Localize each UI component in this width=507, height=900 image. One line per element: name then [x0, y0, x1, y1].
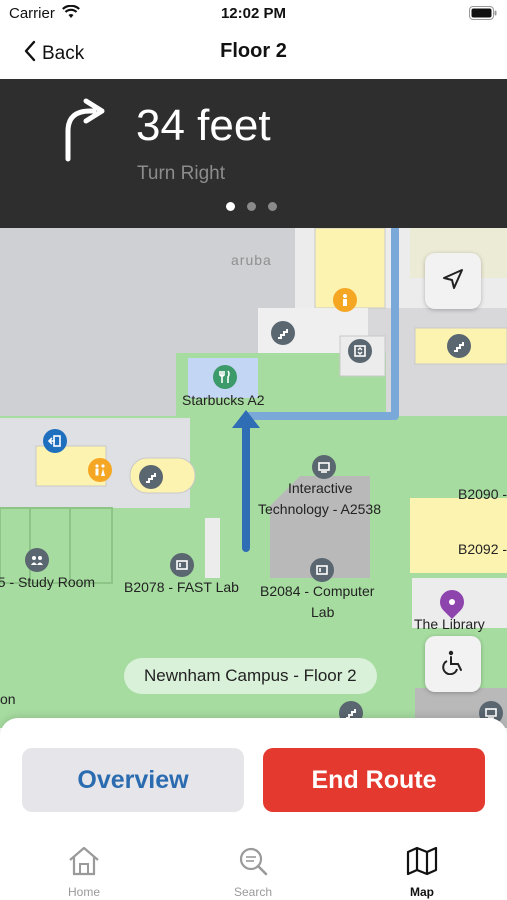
map-label-computer-lab: Lab: [311, 604, 335, 620]
map-label-b2090: B2090 -: [458, 486, 507, 502]
elevator-icon[interactable]: [348, 339, 372, 363]
direction-banner[interactable]: 34 feet Turn Right: [0, 79, 507, 228]
status-bar: Carrier 12:02 PM: [0, 0, 507, 28]
computer-lab-icon[interactable]: [310, 558, 334, 582]
study-room-icon[interactable]: [25, 548, 49, 572]
map-label-interactive-tech: Technology - A2538: [258, 501, 381, 517]
tab-map[interactable]: Map: [372, 846, 472, 899]
page-dot[interactable]: [226, 202, 235, 211]
home-icon: [67, 846, 101, 881]
campus-floor-label: Newnham Campus - Floor 2: [124, 658, 377, 694]
navigation-bar: Back Floor 2: [0, 28, 507, 78]
overview-button[interactable]: Overview: [22, 748, 244, 812]
page-dot[interactable]: [268, 202, 277, 211]
map-label-library: The Library: [414, 616, 485, 632]
search-icon: [238, 846, 268, 881]
end-route-button[interactable]: End Route: [263, 748, 485, 812]
stairs-icon[interactable]: [447, 334, 471, 358]
route-actions-sheet: Overview End Route: [0, 718, 507, 828]
accessibility-button[interactable]: [425, 636, 481, 692]
tab-bar: Home Search Map: [0, 828, 507, 900]
turn-right-arrow-icon: [56, 97, 108, 168]
restaurant-icon[interactable]: [213, 365, 237, 389]
location-arrow-icon: [442, 268, 464, 295]
map-label-computer-lab: B2084 - Computer: [260, 583, 375, 599]
tab-search[interactable]: Search: [203, 846, 303, 899]
page-title: Floor 2: [220, 40, 287, 62]
status-time: 12:02 PM: [220, 5, 287, 22]
tab-label: Search: [233, 885, 273, 899]
map-label-interactive-tech: Interactive: [288, 480, 353, 496]
map-watermark: aruba: [231, 252, 272, 268]
battery-icon: [469, 6, 497, 25]
restroom-icon[interactable]: [88, 458, 112, 482]
tab-home[interactable]: Home: [34, 846, 134, 899]
instruction-label: Turn Right: [137, 163, 225, 184]
accessible-restroom-icon[interactable]: [333, 288, 357, 312]
exit-icon[interactable]: [43, 429, 67, 453]
map-label-study-room: 55 - Study Room: [0, 574, 96, 590]
page-indicator[interactable]: [226, 202, 277, 211]
wheelchair-icon: [440, 649, 466, 680]
tab-label: Home: [67, 885, 100, 899]
lab-icon[interactable]: [170, 553, 194, 577]
map-icon: [406, 846, 438, 881]
stairs-icon[interactable]: [271, 321, 295, 345]
map-label-fast-lab: B2078 - FAST Lab: [124, 579, 239, 595]
recenter-button[interactable]: [425, 253, 481, 309]
map-label-starbucks: Starbucks A2: [182, 392, 265, 408]
page-dot[interactable]: [247, 202, 256, 211]
stairs-icon[interactable]: [139, 465, 163, 489]
map-label-b2092: B2092 -: [458, 541, 507, 557]
distance-label: 34 feet: [136, 101, 271, 150]
map-label-partial: on: [0, 691, 16, 707]
floor-map[interactable]: aruba Starbucks A2 Interactive Technolog…: [0, 228, 507, 728]
tab-label: Map: [410, 885, 434, 899]
computer-icon[interactable]: [312, 455, 336, 479]
